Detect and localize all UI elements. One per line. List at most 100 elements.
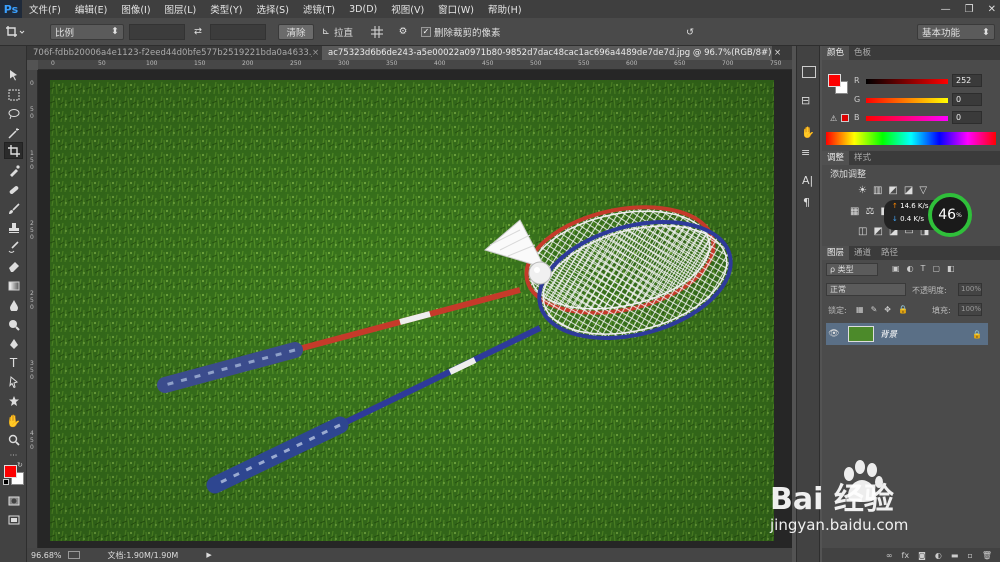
gradient-tool-icon[interactable] [4, 277, 23, 294]
levels-icon[interactable]: ▥ [873, 185, 882, 196]
status-menu-icon[interactable]: ▶ [206, 551, 211, 559]
menu-layer[interactable]: 图层(L) [158, 2, 204, 16]
eyedropper-tool-icon[interactable] [4, 162, 23, 179]
trash-icon[interactable]: 🗑 [982, 551, 992, 560]
swap-colors-icon[interactable]: ↻ [17, 461, 23, 469]
layer-name[interactable]: 背景 [880, 328, 897, 340]
width-field[interactable] [129, 23, 185, 40]
close-icon[interactable]: ✕ [988, 4, 996, 15]
color-balance-icon[interactable]: ⚖ [865, 206, 874, 217]
color-spectrum[interactable] [826, 132, 996, 145]
layer-kind-select[interactable]: ρ 类型 [826, 263, 878, 276]
character-panel-icon[interactable]: A| [802, 174, 813, 187]
canvas-area[interactable] [38, 70, 792, 548]
brightness-icon[interactable]: ☀ [858, 185, 867, 196]
doc-tab-2[interactable]: ac75323d6b6de243-a5e00022a0971b80-9852d7… [322, 46, 772, 60]
shape-tool-icon[interactable] [4, 392, 23, 409]
slider-r-value[interactable]: 252 [952, 74, 982, 87]
foreground-color-swatch[interactable] [4, 465, 17, 478]
close-icon[interactable]: × [312, 46, 322, 60]
dodge-tool-icon[interactable] [4, 316, 23, 333]
slider-g[interactable]: G 0 [822, 93, 1000, 109]
eraser-tool-icon[interactable] [4, 257, 23, 274]
history-panel-icon[interactable] [802, 66, 816, 78]
clear-button[interactable]: 清除 [278, 23, 314, 40]
menu-edit[interactable]: 编辑(E) [68, 2, 114, 16]
ratio-select[interactable]: 比例 ⬍ [50, 23, 124, 40]
invert-icon[interactable]: ◫ [858, 226, 867, 237]
tab-swatches[interactable]: 色板 [849, 46, 876, 60]
grid-overlay-icon[interactable] [369, 24, 385, 40]
quick-mask-icon[interactable] [4, 492, 23, 509]
menu-type[interactable]: 类型(Y) [203, 2, 249, 16]
history-brush-tool-icon[interactable] [4, 238, 23, 255]
fill-field[interactable]: 100% [958, 303, 982, 316]
magic-wand-tool-icon[interactable] [4, 124, 23, 141]
hand-tool-icon[interactable]: ✋ [4, 412, 23, 429]
restore-icon[interactable]: ❐ [965, 4, 974, 15]
info-panel-icon[interactable]: ✋ [801, 126, 815, 139]
menu-window[interactable]: 窗口(W) [431, 2, 481, 16]
paragraph-panel-icon[interactable]: ¶ [803, 196, 810, 209]
crop-tool-preset-icon[interactable] [0, 24, 30, 40]
menu-image[interactable]: 图像(I) [114, 2, 157, 16]
lock-position-icon[interactable]: ✥ [884, 305, 891, 314]
menu-view[interactable]: 视图(V) [384, 2, 431, 16]
filter-shape-icon[interactable]: ▢ [932, 264, 940, 273]
height-field[interactable] [210, 23, 266, 40]
new-adjustment-icon[interactable]: ◐ [935, 551, 942, 560]
menu-3d[interactable]: 3D(D) [342, 4, 384, 15]
tab-styles[interactable]: 样式 [849, 151, 876, 165]
slider-r[interactable]: R 252 [822, 74, 1000, 90]
lock-transparent-icon[interactable]: ▦ [856, 305, 864, 314]
menu-help[interactable]: 帮助(H) [481, 2, 529, 16]
workspace-select[interactable]: 基本功能 ⬍ [917, 24, 995, 40]
menu-filter[interactable]: 滤镜(T) [296, 2, 342, 16]
slider-b[interactable]: B 0 [822, 111, 1000, 127]
layer-row-background[interactable]: 👁 背景 🔒 [826, 323, 988, 345]
new-group-icon[interactable]: ▬ [951, 551, 959, 560]
type-tool-icon[interactable]: T [4, 354, 23, 371]
new-layer-icon[interactable]: ▫ [967, 551, 972, 560]
menu-select[interactable]: 选择(S) [249, 2, 295, 16]
hue-saturation-icon[interactable]: ▦ [850, 206, 859, 217]
delete-pixels-checkbox[interactable]: ✓ 删除裁剪的像素 [420, 24, 501, 40]
filter-smart-icon[interactable]: ◧ [947, 264, 955, 273]
minimize-icon[interactable]: — [941, 4, 951, 15]
menu-file[interactable]: 文件(F) [22, 2, 68, 16]
filter-adjustment-icon[interactable]: ◐ [907, 264, 914, 273]
opacity-field[interactable]: 100% [958, 283, 982, 296]
lasso-tool-icon[interactable] [4, 105, 23, 122]
marquee-tool-icon[interactable] [4, 86, 23, 103]
reset-icon[interactable]: ↺ [683, 24, 697, 40]
slider-g-track[interactable] [866, 98, 948, 103]
clone-stamp-tool-icon[interactable] [4, 219, 23, 236]
move-tool-icon[interactable] [4, 66, 23, 83]
healing-brush-tool-icon[interactable] [4, 181, 23, 198]
filter-pixel-icon[interactable]: ▣ [892, 264, 900, 273]
fx-icon[interactable]: fx [902, 551, 910, 560]
crop-tool-icon[interactable] [4, 142, 23, 159]
doc-tab-1[interactable]: 706f-fdbb20006a4e1123-f2eed44d0bfe577b25… [27, 46, 312, 60]
blend-mode-select[interactable]: 正常 [826, 283, 906, 296]
brush-panel-icon[interactable]: ≡ [801, 146, 810, 159]
tab-channels[interactable]: 通道 [849, 246, 876, 260]
more-tools-icon[interactable]: ··· [4, 449, 23, 461]
gear-icon[interactable]: ⚙ [395, 24, 411, 40]
slider-g-value[interactable]: 0 [952, 93, 982, 106]
visibility-eye-icon[interactable]: 👁 [826, 329, 842, 339]
pen-tool-icon[interactable] [4, 335, 23, 352]
tab-color[interactable]: 颜色 [822, 46, 850, 60]
link-layers-icon[interactable]: ∞ [886, 551, 893, 560]
zoom-tool-icon[interactable] [4, 431, 23, 448]
brush-tool-icon[interactable] [4, 200, 23, 217]
zoom-level[interactable]: 96.68% [31, 551, 62, 560]
fg-swatch[interactable] [828, 74, 841, 87]
lock-all-icon[interactable]: 🔒 [898, 305, 908, 314]
path-selection-tool-icon[interactable] [4, 373, 23, 390]
swap-icon[interactable]: ⇄ [190, 24, 206, 40]
properties-panel-icon[interactable]: ⊟ [801, 94, 810, 107]
tab-adjustments[interactable]: 调整 [822, 151, 850, 165]
add-mask-icon[interactable]: ◙ [918, 551, 926, 560]
close-icon[interactable]: × [772, 46, 784, 60]
